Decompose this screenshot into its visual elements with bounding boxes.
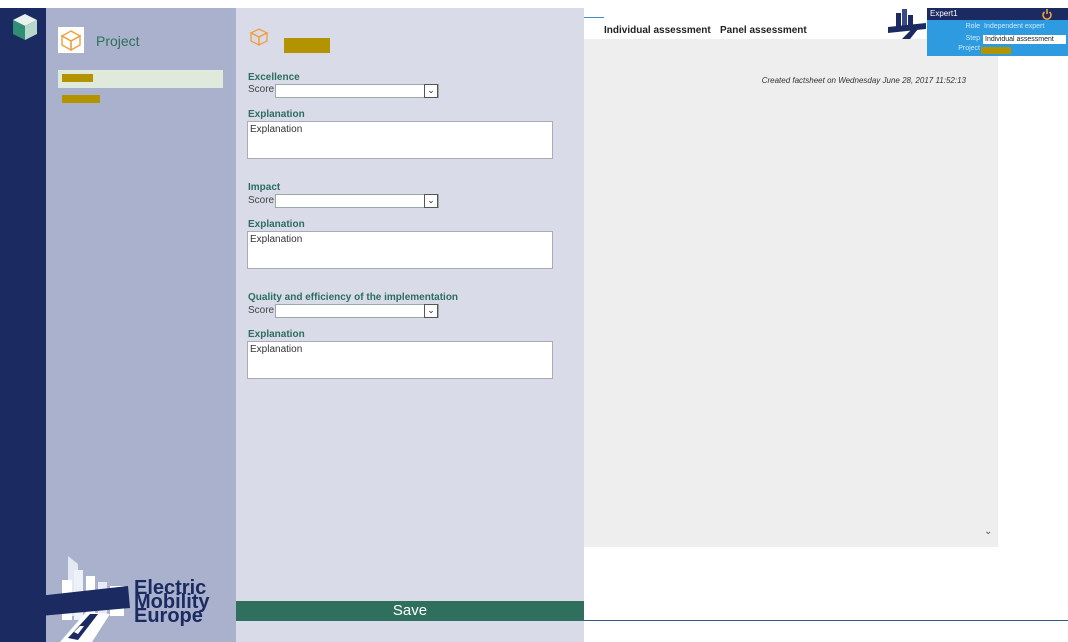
- redacted-project-item[interactable]: [62, 95, 100, 103]
- redacted-project-name: [62, 74, 93, 82]
- project-sidebar: [46, 8, 236, 642]
- cube-icon[interactable]: [10, 12, 40, 42]
- score-select-impact[interactable]: ⌄: [275, 194, 439, 208]
- explanation-label: Explanation: [248, 109, 305, 120]
- score-select-excellence[interactable]: ⌄: [275, 84, 439, 98]
- rail-top-gap: [0, 0, 46, 8]
- explanation-label: Explanation: [248, 219, 305, 230]
- save-button[interactable]: Save: [236, 601, 584, 621]
- chevron-down-icon[interactable]: ⌄: [424, 304, 438, 318]
- explanation-textarea-impact[interactable]: Explanation: [247, 231, 553, 269]
- chevron-down-icon[interactable]: ⌄: [424, 194, 438, 208]
- explanation-textarea-excellence[interactable]: Explanation: [247, 121, 553, 159]
- section-title-impact: Impact: [248, 182, 281, 193]
- role-label: Role: [965, 23, 980, 30]
- tab-accent-line: [584, 17, 604, 18]
- assessment-form: [236, 8, 584, 642]
- tab-panel-assessment[interactable]: Panel assessment: [720, 25, 807, 36]
- role-value: Independent expert: [984, 23, 1045, 30]
- brand-line-3: Europe: [134, 605, 203, 627]
- explanation-textarea-quality[interactable]: Explanation: [247, 341, 553, 379]
- tab-individual-assessment[interactable]: Individual assessment: [604, 25, 711, 36]
- step-select[interactable]: Individual assessment: [983, 35, 1066, 44]
- brand-logo: Electric Mobility Europe: [38, 556, 210, 642]
- redacted-project-code: [981, 47, 1011, 54]
- section-title-excellence: Excellence: [248, 72, 300, 83]
- project-label: Project: [958, 45, 980, 52]
- box-icon: [249, 28, 269, 47]
- chevron-down-icon[interactable]: ⌄: [424, 84, 438, 98]
- section-title-quality: Quality and efficiency of the implementa…: [248, 292, 459, 303]
- bottom-divider: [584, 620, 1068, 621]
- factsheet-content: [584, 39, 998, 547]
- chevron-down-icon[interactable]: ⌄: [984, 526, 996, 540]
- score-label: Score: [248, 195, 275, 206]
- explanation-label: Explanation: [248, 329, 305, 340]
- score-select-quality[interactable]: ⌄: [275, 304, 439, 318]
- score-label: Score: [248, 305, 275, 316]
- step-label: Step: [965, 35, 980, 42]
- left-rail: [0, 0, 46, 642]
- power-icon[interactable]: [1041, 8, 1053, 20]
- brand-mini-logo: [888, 9, 926, 39]
- score-label: Score: [248, 84, 275, 95]
- redacted-form-title: [284, 38, 330, 53]
- sidebar-title: Project: [96, 33, 140, 49]
- user-name: Expert1: [930, 9, 958, 18]
- box-icon: [58, 27, 84, 53]
- created-timestamp: Created factsheet on Wednesday June 28, …: [761, 76, 966, 85]
